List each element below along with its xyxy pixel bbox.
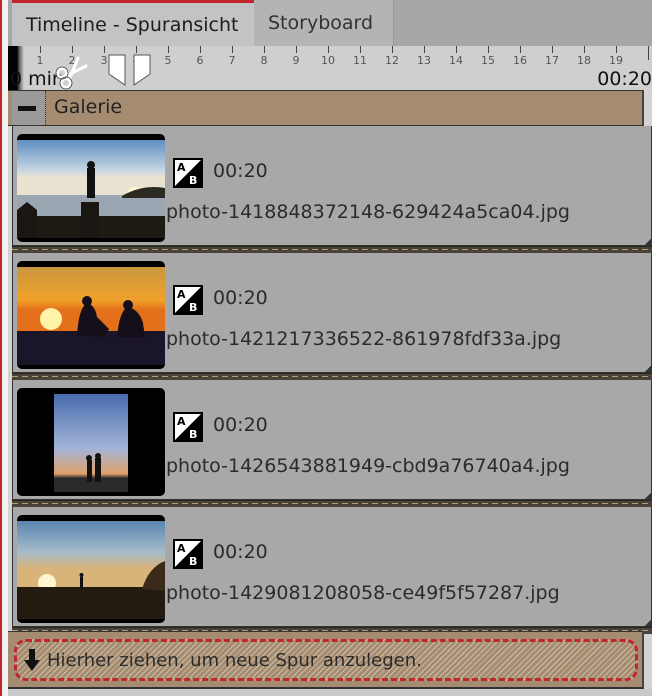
tab-timeline[interactable]: Timeline - Spuransicht <box>12 0 254 46</box>
ruler-tick-label: 6 <box>196 54 204 67</box>
ruler-tick-label: 19 <box>609 54 623 67</box>
window-left-edge <box>0 0 8 696</box>
ruler-tick-label: 3 <box>100 54 108 67</box>
ruler-tick <box>488 46 489 53</box>
clip-filename: photo-1421217336522-861978fdf33a.jpg <box>166 328 562 350</box>
ruler-tick <box>552 46 553 53</box>
ruler-tick <box>104 46 105 53</box>
ruler-tick-label: 7 <box>228 54 236 67</box>
svg-text:B: B <box>189 428 197 441</box>
clip-item[interactable]: A B 00:20 photo-1418848372148-629424a5ca… <box>12 126 652 246</box>
ruler-tick-label: 10 <box>321 54 335 67</box>
clip-separator <box>12 500 652 507</box>
tab-bar: Timeline - Spuransicht Storyboard <box>8 0 652 46</box>
clip-duration: 00:20 <box>213 541 268 563</box>
svg-text:B: B <box>189 555 197 568</box>
clip-thumbnail[interactable] <box>17 515 165 623</box>
ruler-tick <box>456 46 457 53</box>
ruler-tick <box>360 46 361 53</box>
ab-transition-icon[interactable]: A B <box>173 412 203 442</box>
clip-filename: photo-1418848372148-629424a5ca04.jpg <box>166 201 570 223</box>
scissors-icon[interactable] <box>52 56 88 90</box>
thumbnail-image <box>17 521 165 619</box>
track-header[interactable]: Galerie <box>8 90 644 126</box>
ruler-tick <box>72 46 73 53</box>
ruler-tick <box>424 46 425 53</box>
ruler-tick-label: 12 <box>385 54 399 67</box>
ruler-tick-label: 14 <box>449 54 463 67</box>
clip-separator <box>12 373 652 380</box>
ruler-tick-label: 1 <box>36 54 44 67</box>
ruler-tick <box>264 46 265 53</box>
svg-text:B: B <box>189 301 197 314</box>
clip-thumbnail[interactable] <box>17 388 165 496</box>
thumbnail-image <box>17 140 165 238</box>
ruler-tick <box>328 46 329 53</box>
ruler-tick <box>296 46 297 53</box>
ruler-tick <box>232 46 233 53</box>
minus-icon[interactable] <box>12 91 46 125</box>
track-title: Galerie <box>54 96 123 118</box>
ruler-tick <box>520 46 521 53</box>
ab-transition-icon[interactable]: A B <box>173 539 203 569</box>
svg-text:B: B <box>189 174 197 187</box>
arrow-down-icon <box>24 649 40 671</box>
ruler-tick-label: 18 <box>577 54 591 67</box>
clip-thumbnail[interactable] <box>17 134 165 242</box>
clip-separator <box>12 246 652 253</box>
tab-storyboard-label: Storyboard <box>268 12 374 34</box>
ruler-tick <box>168 46 169 53</box>
bottom-strip <box>8 689 652 696</box>
clip-item[interactable]: A B 00:20 photo-1429081208058-ce49f5f572… <box>12 507 652 627</box>
ruler-tick <box>392 46 393 53</box>
ruler-tick-label: 9 <box>292 54 300 67</box>
new-track-dropzone[interactable]: Hierher ziehen, um neue Spur anzulegen. <box>8 631 644 689</box>
clip-item[interactable]: A B 00:20 photo-1426543881949-cbd9a76740… <box>12 380 652 500</box>
ruler-end-time: 00:20 <box>597 68 652 90</box>
ruler-tick <box>40 46 41 53</box>
ruler-tick-label: 16 <box>513 54 527 67</box>
svg-text:A: A <box>177 161 186 174</box>
clip-item[interactable]: A B 00:20 photo-1421217336522-861978fdf3… <box>12 253 652 373</box>
thumbnail-image <box>17 388 165 496</box>
clip-duration: 00:20 <box>213 287 268 309</box>
marker-out-icon[interactable] <box>133 54 151 86</box>
ruler-tick-label: 13 <box>417 54 431 67</box>
svg-text:A: A <box>177 288 186 301</box>
thumbnail-image <box>17 267 165 365</box>
ruler-tick-label: 8 <box>260 54 268 67</box>
clip-duration: 00:20 <box>213 160 268 182</box>
marker-in-icon[interactable] <box>108 54 126 86</box>
clip-filename: photo-1429081208058-ce49f5f57287.jpg <box>166 582 560 604</box>
ruler-tick-label: 15 <box>481 54 495 67</box>
svg-text:A: A <box>177 542 186 555</box>
ab-transition-icon[interactable]: A B <box>173 158 203 188</box>
ruler-tick <box>584 46 585 53</box>
ruler-tick-label: 17 <box>545 54 559 67</box>
dropzone-text: Hierher ziehen, um neue Spur anzulegen. <box>47 649 422 671</box>
ruler-tick <box>200 46 201 53</box>
dropzone-area[interactable]: Hierher ziehen, um neue Spur anzulegen. <box>14 639 638 681</box>
timeline-ruler[interactable]: 12345678910111213141516171819 0 min 00:2… <box>8 46 652 90</box>
tab-timeline-label: Timeline - Spuransicht <box>26 13 239 36</box>
ruler-tick <box>136 46 137 53</box>
ruler-tick-label: 5 <box>164 54 172 67</box>
clip-filename: photo-1426543881949-cbd9a76740a4.jpg <box>166 455 570 477</box>
clip-thumbnail[interactable] <box>17 261 165 369</box>
ab-transition-icon[interactable]: A B <box>173 285 203 315</box>
ruler-tick <box>616 46 617 53</box>
ruler-tick-label: 11 <box>353 54 367 67</box>
tab-storyboard[interactable]: Storyboard <box>254 0 394 46</box>
svg-text:A: A <box>177 415 186 428</box>
clip-duration: 00:20 <box>213 414 268 436</box>
ruler-tick-end <box>648 46 649 60</box>
